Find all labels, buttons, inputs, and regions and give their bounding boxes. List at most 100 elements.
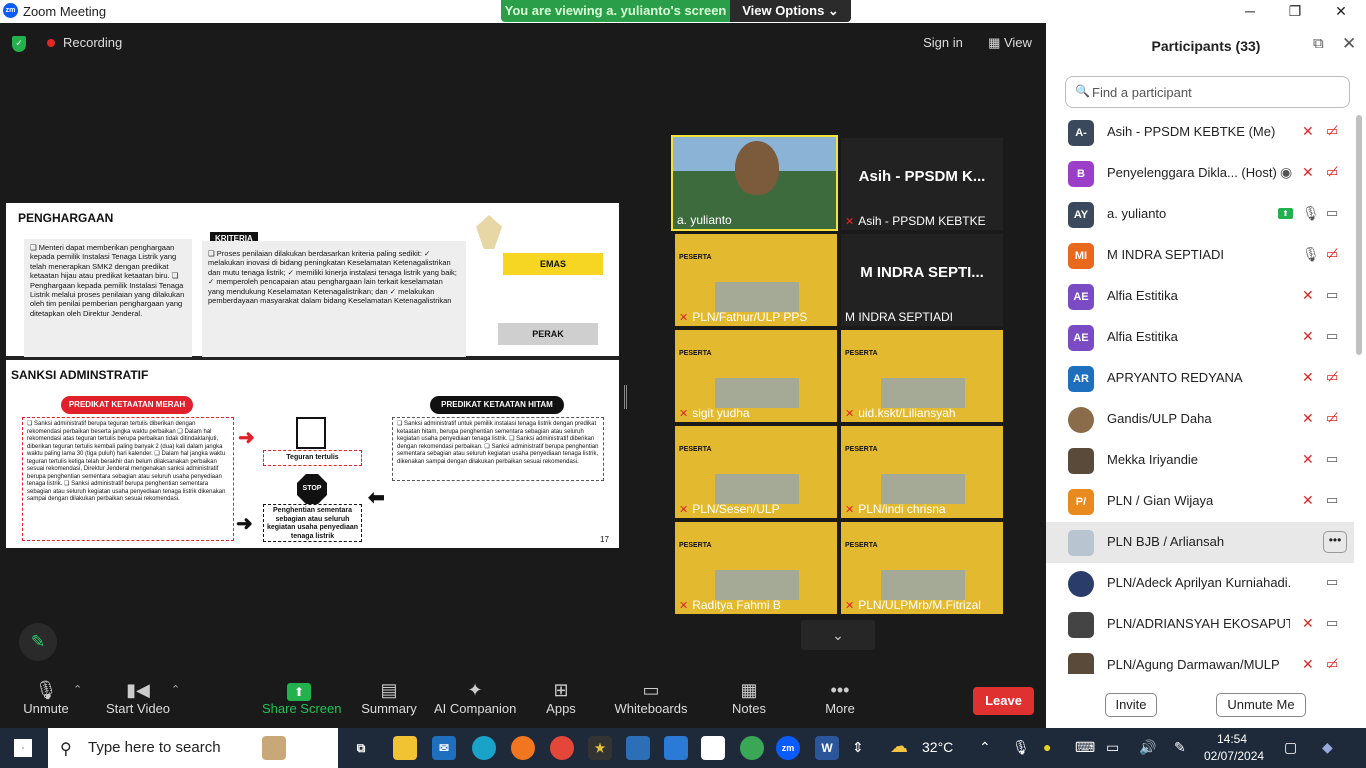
firefox-icon[interactable]	[511, 736, 535, 760]
pinned-app-icon[interactable]	[262, 736, 286, 760]
video-tile[interactable]: PESERTA ✕ Raditya Fahmi B	[675, 522, 837, 614]
poster-title: PESERTA	[679, 254, 712, 261]
unmute-me-button[interactable]: Unmute Me	[1216, 693, 1306, 717]
hitam-text-box: ❑ Sanksi administratif untuk pemilik ins…	[392, 417, 604, 481]
chrome-profile-icon[interactable]	[740, 736, 764, 760]
word-icon[interactable]: W	[815, 736, 839, 760]
pinned-app-icon[interactable]: ★	[588, 736, 612, 760]
battery-icon[interactable]: ▭	[1106, 739, 1119, 756]
minimize-button[interactable]: ─	[1227, 0, 1273, 23]
participant-row[interactable]: MI M INDRA SEPTIADI 🎙 ▭̸	[1046, 235, 1354, 276]
participant-row[interactable]: A- Asih - PPSDM KEBTKE (Me) ✕ ▭̸	[1046, 112, 1354, 153]
video-tile[interactable]: M INDRA SEPTI... M INDRA SEPTIADI	[841, 234, 1003, 326]
pen-tray-icon[interactable]: ✎	[1174, 739, 1186, 756]
stop-sign-icon: STOP	[297, 474, 327, 504]
avatar: AE	[1068, 284, 1094, 310]
audio-options-caret[interactable]: ⌃	[73, 683, 82, 696]
store-icon[interactable]	[664, 736, 688, 760]
participant-search-input[interactable]	[1065, 76, 1350, 108]
video-tile[interactable]: PESERTA ✕ PLN/Sesen/ULP	[675, 426, 837, 518]
tray-app-icon[interactable]: ●	[1043, 739, 1051, 755]
participant-row[interactable]: AE Alfia Estitika ✕ ▭	[1046, 317, 1354, 358]
video-tile[interactable]: a. yulianto	[671, 135, 838, 231]
invite-button[interactable]: Invite	[1105, 693, 1157, 717]
participant-row[interactable]: Gandis/ULP Daha ✕ ▭̸	[1046, 399, 1354, 440]
popout-icon[interactable]: ⧉	[1313, 35, 1324, 52]
mic-muted-icon: ✕	[845, 408, 855, 420]
poster-image	[715, 570, 799, 600]
scroll-arrows-icon[interactable]: ⇕	[852, 739, 864, 756]
sparkle-icon: ✦	[467, 680, 483, 700]
chevron-up-icon[interactable]: ⌃	[979, 739, 991, 756]
participant-row[interactable]: P/PLN / Gian Wijaya ✕ ▭	[1046, 481, 1354, 522]
recording-label[interactable]: Recording	[63, 35, 122, 50]
start-video-button[interactable]: ▮◀ Start Video	[104, 673, 172, 728]
participant-row[interactable]: AE Alfia Estitika ✕ ▭	[1046, 276, 1354, 317]
video-options-caret[interactable]: ⌃	[171, 683, 180, 696]
security-shield-icon[interactable]: ✓	[12, 36, 26, 52]
participant-list-scrollbar[interactable]	[1356, 115, 1362, 355]
document-icon[interactable]	[701, 736, 725, 760]
close-panel-icon[interactable]: ✕	[1342, 34, 1356, 54]
video-tile[interactable]: PESERTA ✕ uid.kskt/Liliansyah	[841, 330, 1003, 422]
gallery-next-page-button[interactable]: ⌄	[801, 620, 875, 650]
leave-button[interactable]: Leave	[973, 687, 1034, 715]
video-off-icon: ▭̸	[1326, 246, 1339, 261]
view-button[interactable]: ▦ View	[980, 27, 1040, 59]
video-icon: ▭	[1326, 492, 1339, 507]
avatar	[1068, 653, 1094, 674]
windows-start-icon[interactable]	[14, 739, 32, 757]
restore-button[interactable]: ❐	[1272, 0, 1318, 23]
participant-row[interactable]: PLN/ADRIANSYAH EKOSAPUTR... ✕ ▭	[1046, 604, 1354, 645]
annotate-pen-button[interactable]: ✎	[19, 623, 57, 661]
share-screen-button[interactable]: ⬆ Share Screen	[262, 673, 342, 728]
copilot-icon[interactable]: ◆	[1322, 739, 1333, 756]
chrome-icon[interactable]	[550, 736, 574, 760]
pinned-app-icon[interactable]	[626, 736, 650, 760]
split-divider-handle[interactable]	[624, 385, 627, 409]
participant-row[interactable]: B Penyelenggara Dikla... (Host) ◉ ✕ ▭̸	[1046, 153, 1354, 194]
participant-row[interactable]: Mekka Iriyandie ✕ ▭	[1046, 440, 1354, 481]
video-tile[interactable]: PESERTA ✕ sigit yudha	[675, 330, 837, 422]
task-view-icon[interactable]: ⧉	[349, 736, 373, 760]
participant-row[interactable]: PLN/Adeck Aprilyan Kurniahadi... ▭	[1046, 563, 1354, 604]
camera-icon[interactable]: ⌨	[1075, 739, 1095, 756]
edge-icon[interactable]	[472, 736, 496, 760]
video-tile[interactable]: PESERTA ✕ PLN/Fathur/ULP PPS	[675, 234, 837, 326]
close-button[interactable]: ✕	[1318, 0, 1364, 23]
more-options-button[interactable]: •••	[1323, 531, 1347, 553]
mic-icon[interactable]: 🎙	[1012, 739, 1030, 756]
video-off-icon: ▭̸	[1326, 369, 1339, 384]
taskbar-clock[interactable]: 14:54 02/07/2024	[1204, 731, 1264, 765]
video-icon: ▭	[1326, 287, 1339, 302]
mail-icon[interactable]: ✉	[432, 736, 456, 760]
participant-row[interactable]: PLN/Agung Darmawan/MULP ✕ ▭̸	[1046, 645, 1354, 674]
participant-name: Penyelenggara Dikla... (Host)	[1107, 165, 1277, 180]
more-button[interactable]: ••• More	[822, 673, 858, 728]
zoom-taskbar-icon[interactable]: zm	[776, 736, 800, 760]
file-explorer-icon[interactable]	[393, 736, 417, 760]
summary-button[interactable]: ▤ Summary	[359, 673, 419, 728]
video-tile[interactable]: PESERTA ✕ PLN/indi chrisna	[841, 426, 1003, 518]
search-icon: 🔍	[1075, 84, 1090, 98]
whiteboards-button[interactable]: ▭ Whiteboards	[613, 673, 689, 728]
mic-muted-icon: ✕	[679, 408, 689, 420]
volume-icon[interactable]: 🔊	[1139, 739, 1156, 756]
notes-button[interactable]: ▦ Notes	[728, 673, 770, 728]
meeting-stage: ✓ Recording Sign in ▦ View PENGHARGAAN ❑…	[0, 23, 1046, 673]
temperature[interactable]: 32°C	[922, 739, 953, 755]
weather-icon[interactable]: ☁	[890, 736, 908, 757]
sign-in-button[interactable]: Sign in	[914, 27, 972, 59]
unmute-button[interactable]: 🎙 Unmute	[18, 673, 74, 728]
apps-button[interactable]: ⊞ Apps	[541, 673, 581, 728]
taskbar-search-box[interactable]: Type here to search	[48, 728, 338, 768]
ai-companion-button[interactable]: ✦ AI Companion	[434, 673, 516, 728]
notification-icon[interactable]: ▢	[1284, 739, 1297, 756]
participant-row[interactable]: AR APRYANTO REDYANA ✕ ▭̸	[1046, 358, 1354, 399]
participant-name: PLN BJB / Arliansah	[1107, 534, 1225, 549]
video-tile[interactable]: Asih - PPSDM K... ✕ Asih - PPSDM KEBTKE	[841, 138, 1003, 230]
participant-row[interactable]: PLN BJB / Arliansah •••	[1046, 522, 1354, 563]
participant-row[interactable]: AY a. yulianto ⬆ 🎙 ▭	[1046, 194, 1354, 235]
view-options-button[interactable]: View Options ⌄	[730, 0, 851, 22]
video-tile[interactable]: PESERTA ✕ PLN/ULPMrb/M.Fitrizal	[841, 522, 1003, 614]
